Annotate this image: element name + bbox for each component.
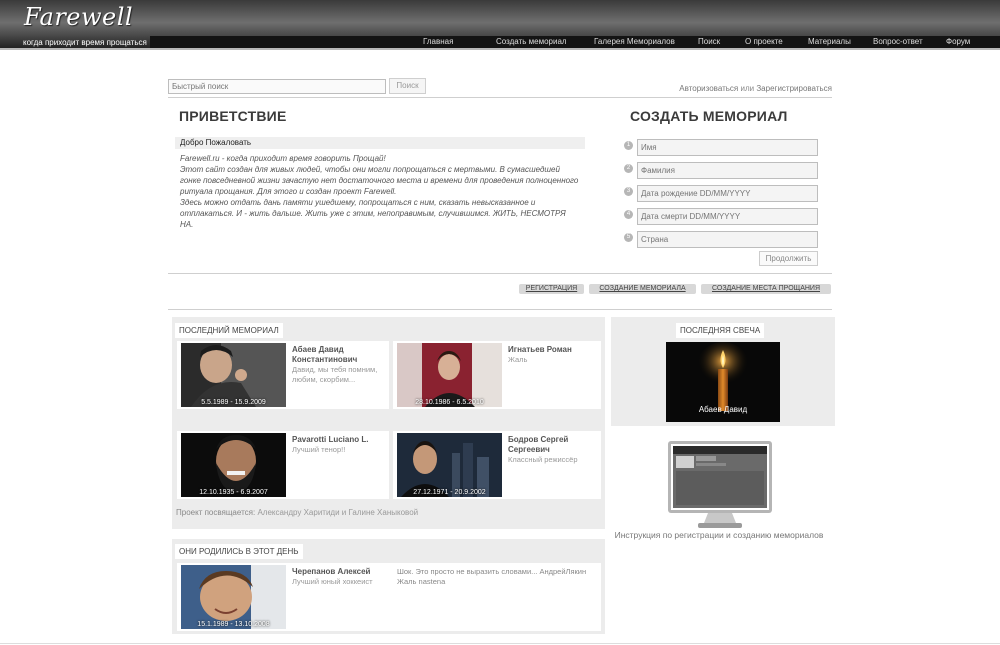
create-memorial-title: СОЗДАТЬ МЕМОРИАЛ <box>630 108 788 124</box>
auth-links: Авторизоваться или Зарегистрироваться <box>679 84 832 93</box>
candle-name: Абаев Давид <box>698 405 748 414</box>
tab-create-memorial[interactable]: СОЗДАНИЕ МЕМОРИАЛА <box>589 284 696 294</box>
memorial-dates: 28.10.1986 - 6.5.2010 <box>415 399 484 406</box>
step-number: 2 <box>624 164 633 173</box>
dedication-names: Александру Харитиди и Галине Ханыковой <box>257 508 419 517</box>
step-number: 5 <box>624 233 633 242</box>
page: Farewell когда приходит время прощаться … <box>0 0 1000 645</box>
register-link[interactable]: Зарегистрироваться <box>756 84 832 93</box>
memorial-card[interactable]: 12.10.1935 - 6.9.2007 Pavarotti Luciano … <box>177 431 389 499</box>
welcome-subtitle: Добро Пожаловать <box>175 137 585 149</box>
born-today-card[interactable]: 15.1.1989 - 13.10.2008 Черепанов Алексей… <box>177 563 601 631</box>
last-candle-label: ПОСЛЕДНЯЯ СВЕЧА <box>676 323 765 338</box>
memorial-desc: Давид, мы тебя помним, любим, скорбим... <box>292 365 378 384</box>
memorial-name[interactable]: Pavarotti Luciano L. <box>292 435 387 445</box>
dedication: Проект посвящается: Александру Харитиди … <box>176 508 418 517</box>
header: Farewell когда приходит время прощаться … <box>0 0 1000 50</box>
monitor-icon[interactable] <box>668 441 772 529</box>
birth-date-field[interactable] <box>637 185 818 202</box>
memorial-desc: Жаль <box>508 355 528 364</box>
tab-create-farewell-place[interactable]: СОЗДАНИЕ МЕСТА ПРОЩАНИЯ <box>701 284 831 294</box>
nav-memorial-gallery[interactable]: Галерея Мемориалов <box>594 37 675 46</box>
continue-button[interactable]: Продолжить <box>759 251 818 266</box>
memorial-card[interactable]: 27.12.1971 - 20.9.2002 Бодров Сергей Сер… <box>393 431 601 499</box>
welcome-paragraph: Здесь можно отдать дань памяти ушедшему,… <box>180 198 566 229</box>
nav-materials[interactable]: Материалы <box>808 37 851 46</box>
welcome-paragraph: Farewell.ru - когда приходит время говор… <box>180 154 386 163</box>
memorial-name[interactable]: Игнатьев Роман <box>508 345 598 355</box>
memorial-photo[interactable]: 28.10.1986 - 6.5.2010 <box>397 343 502 407</box>
search-button[interactable]: Поиск <box>389 78 426 94</box>
condolence-comment: Шок. Это просто не выразить словами... А… <box>397 567 587 576</box>
step-number: 4 <box>624 210 633 219</box>
memorial-dates: 12.10.1935 - 6.9.2007 <box>199 489 268 496</box>
tab-registration[interactable]: РЕГИСТРАЦИЯ <box>519 284 584 294</box>
welcome-paragraph: Этот сайт создан для живых людей, чтобы … <box>180 165 579 196</box>
memorial-desc: Классный режиссёр <box>508 455 578 464</box>
nav-faq[interactable]: Вопрос-ответ <box>873 37 923 46</box>
memorial-photo[interactable]: 5.5.1989 - 15.9.2009 <box>181 343 286 407</box>
login-link[interactable]: Авторизоваться <box>679 84 738 93</box>
welcome-title: ПРИВЕТСТВИЕ <box>179 108 287 124</box>
memorial-desc: Лучший тенор!! <box>292 445 346 454</box>
site-tagline: когда приходит время прощаться <box>23 38 147 47</box>
nav-about[interactable]: О проекте <box>745 37 783 46</box>
welcome-text: Farewell.ru - когда приходит время говор… <box>180 153 580 230</box>
country-field[interactable] <box>637 231 818 248</box>
candle-image[interactable]: Абаев Давид <box>666 342 780 422</box>
memorial-name[interactable]: Абаев Давид Константинович <box>292 345 387 365</box>
born-today-label: ОНИ РОДИЛИСЬ В ЭТОТ ДЕНЬ <box>175 544 303 559</box>
born-today-dates: 15.1.1989 - 13.10.2008 <box>197 621 270 628</box>
memorial-photo[interactable]: 27.12.1971 - 20.9.2002 <box>397 433 502 497</box>
quick-search-input[interactable] <box>168 79 386 94</box>
memorial-name[interactable]: Бодров Сергей Сергеевич <box>508 435 598 455</box>
born-today-name[interactable]: Черепанов Алексей <box>292 567 392 577</box>
death-date-field[interactable] <box>637 208 818 225</box>
born-today-desc: Лучший юный хоккеист <box>292 577 373 586</box>
dedication-prefix: Проект посвящается: <box>176 508 256 517</box>
instructions-link[interactable]: Инструкция по регистрации и созданию мем… <box>607 530 831 540</box>
divider <box>168 309 832 310</box>
nav-search[interactable]: Поиск <box>698 37 720 46</box>
last-name-field[interactable] <box>637 162 818 179</box>
auth-or: или <box>740 84 755 93</box>
memorial-photo[interactable]: 12.10.1935 - 6.9.2007 <box>181 433 286 497</box>
nav-forum[interactable]: Форум <box>946 37 970 46</box>
condolence-comment: Жаль nastena <box>397 577 446 586</box>
divider <box>0 643 1000 644</box>
divider <box>168 97 832 98</box>
divider <box>168 273 832 274</box>
step-number: 1 <box>624 141 633 150</box>
nav-create-memorial[interactable]: Создать мемориал <box>496 37 567 46</box>
step-number: 3 <box>624 187 633 196</box>
memorial-dates: 27.12.1971 - 20.9.2002 <box>413 489 486 496</box>
last-memorial-label: ПОСЛЕДНИЙ МЕМОРИАЛ <box>175 323 283 338</box>
nav-home[interactable]: Главная <box>423 37 453 46</box>
born-today-photo[interactable]: 15.1.1989 - 13.10.2008 <box>181 565 286 629</box>
site-logo[interactable]: Farewell <box>24 3 133 31</box>
memorial-card[interactable]: 28.10.1986 - 6.5.2010 Игнатьев Роман Жал… <box>393 341 601 409</box>
memorial-dates: 5.5.1989 - 15.9.2009 <box>201 399 266 406</box>
first-name-field[interactable] <box>637 139 818 156</box>
memorial-card[interactable]: 5.5.1989 - 15.9.2009 Абаев Давид Констан… <box>177 341 389 409</box>
